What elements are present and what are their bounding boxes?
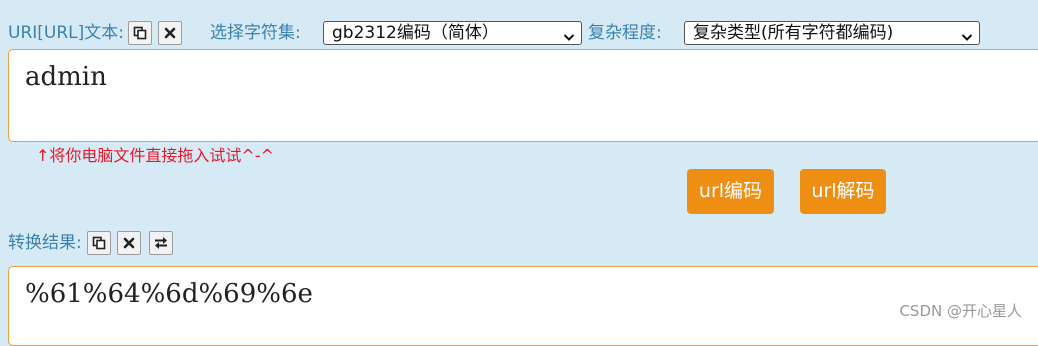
clear-result-button[interactable] <box>117 231 141 255</box>
close-icon <box>123 237 135 249</box>
url-decode-button[interactable]: url解码 <box>800 169 886 214</box>
swap-icon <box>153 236 169 250</box>
complexity-label: 复杂程度: <box>588 23 662 43</box>
complexity-selected-value: 复杂类型(所有字符都编码) <box>693 23 894 43</box>
clear-input-button[interactable] <box>158 21 182 45</box>
complexity-select[interactable]: 复杂类型(所有字符都编码) <box>684 21 980 45</box>
chevron-down-icon <box>961 27 973 49</box>
charset-label: 选择字符集: <box>210 23 301 43</box>
copy-input-button[interactable] <box>128 21 152 45</box>
url-encode-button[interactable]: url编码 <box>687 169 774 214</box>
result-label: 转换结果: <box>8 233 82 253</box>
chevron-down-icon <box>563 27 575 49</box>
copy-icon <box>133 26 147 40</box>
charset-selected-value: gb2312编码（简体） <box>332 23 499 43</box>
result-textarea[interactable]: %61%64%6d%69%6e <box>8 266 1038 346</box>
copy-icon <box>92 236 106 250</box>
input-label: URI[URL]文本: <box>8 23 124 43</box>
drag-drop-hint: ↑将你电脑文件直接拖入试试^-^ <box>36 146 274 165</box>
csdn-watermark: CSDN @开心星人 <box>899 302 1022 320</box>
charset-select[interactable]: gb2312编码（简体） <box>323 21 582 45</box>
url-input-textarea[interactable]: admin <box>8 49 1038 142</box>
close-icon <box>164 27 176 39</box>
copy-result-button[interactable] <box>87 231 111 255</box>
swap-button[interactable] <box>149 231 173 255</box>
